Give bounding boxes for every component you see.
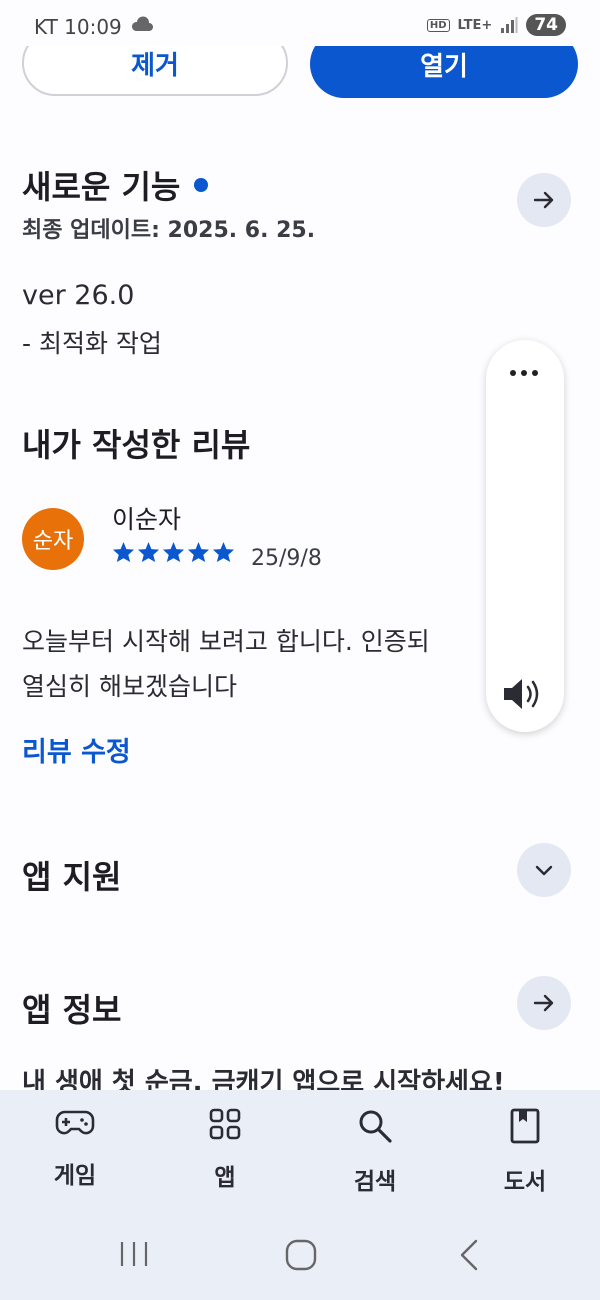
network-type: LTE+ <box>457 17 493 33</box>
nav-item-books[interactable]: 도서 <box>465 1108 585 1196</box>
star-icon <box>112 541 135 563</box>
arrow-right-icon <box>533 191 554 209</box>
avatar-text: 순자 <box>32 529 74 554</box>
home-icon[interactable] <box>284 1238 318 1272</box>
app-support-expand-button[interactable] <box>517 843 571 897</box>
book-icon <box>510 1108 540 1144</box>
star-icon <box>187 541 210 563</box>
signal-icon <box>501 17 518 33</box>
status-icons: HD LTE+ 74 <box>426 14 566 36</box>
review-text-line-1: 오늘부터 시작해 보려고 합니다. 인증되 <box>22 627 430 656</box>
carrier-time: KT 10:09 <box>34 15 122 39</box>
star-icon <box>212 541 235 563</box>
star-icon <box>162 541 185 563</box>
bottom-navigation: 게임 앱 검색 도서 <box>0 1090 600 1300</box>
whats-new-header[interactable]: 새로운 기능 <box>22 162 209 208</box>
nav-item-games[interactable]: 게임 <box>15 1108 135 1190</box>
reviewer-name: 이순자 <box>112 505 182 534</box>
edit-review-link[interactable]: 리뷰 수정 <box>22 730 131 769</box>
speaker-icon[interactable] <box>502 676 546 712</box>
recent-apps-icon[interactable] <box>118 1238 150 1270</box>
last-updated: 최종 업데이트: 2025. 6. 25. <box>22 218 316 243</box>
status-bar: KT 10:09 HD LTE+ 74 <box>0 0 600 56</box>
review-text-line-2: 열심히 해보겠습니다 <box>22 672 237 701</box>
arrow-right-icon <box>533 994 554 1012</box>
nav-label-books: 도서 <box>503 1169 547 1195</box>
version-text: ver 26.0 <box>22 280 135 311</box>
nav-label-search: 검색 <box>353 1169 397 1195</box>
battery-level: 74 <box>526 14 566 36</box>
chevron-down-icon <box>535 865 553 876</box>
back-icon[interactable] <box>456 1238 482 1272</box>
app-support-title: 앱 지원 <box>22 858 122 896</box>
volume-panel <box>486 340 564 732</box>
app-info-arrow-button[interactable] <box>517 976 571 1030</box>
star-icon <box>137 541 160 563</box>
nav-item-search[interactable]: 검색 <box>315 1108 435 1196</box>
nav-item-apps[interactable]: 앱 <box>165 1108 285 1192</box>
review-date: 25/9/8 <box>251 546 322 571</box>
gamepad-icon <box>55 1110 95 1135</box>
my-review-title: 내가 작성한 리뷰 <box>22 426 251 464</box>
nav-label-apps: 앱 <box>214 1165 236 1191</box>
whats-new-title: 새로운 기능 <box>22 168 181 206</box>
new-indicator-dot <box>194 178 209 192</box>
apps-grid-icon <box>209 1108 241 1140</box>
star-rating <box>112 541 235 563</box>
app-info-title: 앱 정보 <box>22 991 122 1029</box>
more-options-icon[interactable] <box>510 370 538 376</box>
nav-label-games: 게임 <box>53 1163 97 1189</box>
hd-voice-icon: HD <box>426 18 450 32</box>
avatar: 순자 <box>22 508 84 570</box>
whats-new-arrow-button[interactable] <box>517 173 571 227</box>
search-icon <box>359 1110 392 1143</box>
update-note: - 최적화 작업 <box>22 329 162 358</box>
cloud-icon <box>131 16 153 31</box>
